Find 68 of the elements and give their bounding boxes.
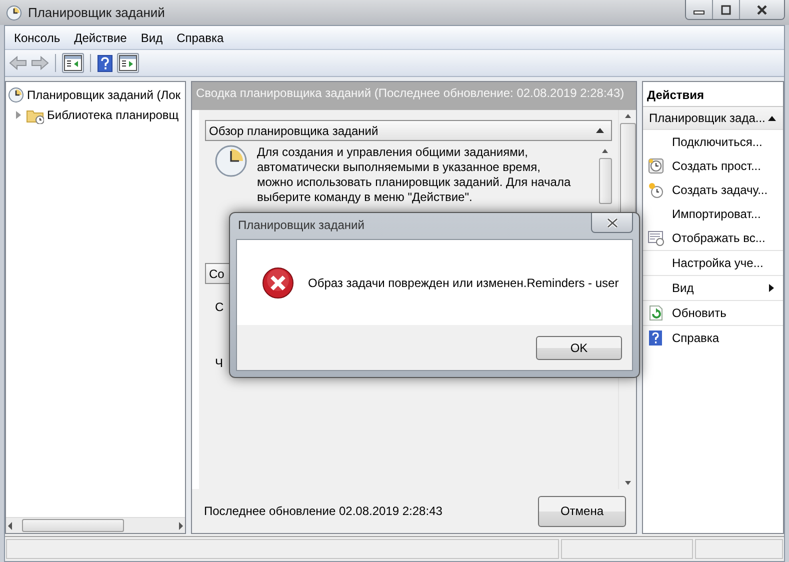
clock-icon	[215, 145, 247, 177]
help-icon	[648, 330, 664, 346]
window-title: Планировщик заданий	[28, 5, 166, 20]
close-button[interactable]	[591, 213, 633, 233]
scroll-left-icon[interactable]	[6, 520, 14, 530]
forward-arrow-icon[interactable]	[31, 55, 49, 71]
action-item[interactable]: Настройка уче...	[672, 256, 783, 270]
description-text: автоматически выполняемыми в указанное время,	[257, 160, 542, 175]
action-item[interactable]: Импортироват...	[672, 207, 783, 221]
scroll-up-icon[interactable]	[624, 113, 632, 119]
maximize-button[interactable]	[712, 0, 739, 19]
scrollbar-thumb[interactable]	[22, 519, 124, 532]
menu-item[interactable]: Действие	[67, 28, 134, 46]
scrollbar-thumb[interactable]	[620, 123, 636, 215]
collapse-arrow-icon[interactable]	[767, 114, 777, 122]
close-button[interactable]	[739, 0, 784, 19]
action-item[interactable]: Обновить	[672, 306, 783, 320]
dialog-title: Планировщик заданий	[237, 217, 366, 232]
pane-title: Действия	[647, 88, 704, 102]
section-title: Планировщик зада...	[649, 111, 766, 125]
description-text: Для создания и управления общими заданиями,	[257, 145, 529, 160]
description-text: можно использовать планировщик заданий. Для начала	[257, 175, 571, 190]
error-message: Образ задачи поврежден или изменен.Reminders - user	[308, 276, 619, 290]
cancel-button[interactable]: Отмена	[538, 496, 626, 526]
summary-text: С	[215, 300, 225, 314]
action-item[interactable]: Создать прост...	[672, 159, 783, 173]
summary-text: Ч	[215, 356, 224, 370]
tree-item[interactable]: Библиотека планировщ	[47, 108, 179, 122]
action-item[interactable]: Подключиться...	[672, 135, 783, 149]
collapse-arrow-icon[interactable]	[595, 127, 605, 134]
tree-item[interactable]: Планировщик заданий (Лок	[27, 88, 181, 102]
action-item[interactable]: Отображать вс...	[672, 231, 783, 245]
action-item[interactable]: Вид	[672, 281, 760, 295]
last-update-text: Последнее обновление 02.08.2019 2:28:43	[204, 504, 442, 518]
menu-item[interactable]: Вид	[134, 28, 170, 46]
expander-arrow[interactable]	[16, 111, 21, 119]
close-icon	[756, 4, 768, 14]
ok-button[interactable]: OK	[536, 336, 622, 360]
tree-pane-toggle-icon[interactable]	[62, 53, 84, 73]
minimize-button[interactable]	[686, 0, 712, 19]
submenu-arrow-icon	[768, 283, 775, 293]
help-icon[interactable]	[97, 54, 113, 72]
back-arrow-icon[interactable]	[9, 55, 27, 71]
action-item[interactable]: Справка	[672, 331, 783, 345]
pane-title: Сводка планировщика заданий (Последнее обновление: 02.08.2019 2:28:43)	[196, 86, 624, 100]
description-text: выберите команду в меню "Действие".	[257, 190, 474, 205]
clock-icon	[6, 4, 22, 20]
clock-icon	[648, 158, 664, 174]
scroll-right-icon[interactable]	[177, 520, 185, 530]
section-header[interactable]: Обзор планировщика заданий	[205, 120, 612, 141]
close-icon	[606, 218, 618, 228]
maximize-icon	[720, 4, 732, 14]
scroll-up-icon[interactable]	[601, 148, 609, 154]
section-header[interactable]: Планировщик зада...	[643, 107, 783, 130]
menu-item[interactable]: Консоль	[7, 28, 68, 46]
section-title: Обзор планировщика заданий	[209, 124, 378, 138]
refresh-icon	[648, 305, 664, 321]
list-icon	[648, 230, 664, 246]
action-item[interactable]: Создать задачу...	[672, 183, 783, 197]
clock-icon	[8, 87, 24, 103]
menu-item[interactable]: Справка	[170, 28, 231, 46]
error-icon	[262, 266, 294, 298]
horizontal-scrollbar[interactable]	[6, 517, 185, 533]
scroll-down-icon[interactable]	[624, 480, 632, 486]
clock-icon	[648, 182, 664, 198]
scrollbar-thumb[interactable]	[598, 158, 612, 204]
section-title: Со	[209, 266, 224, 280]
action-pane-toggle-icon[interactable]	[117, 53, 139, 73]
